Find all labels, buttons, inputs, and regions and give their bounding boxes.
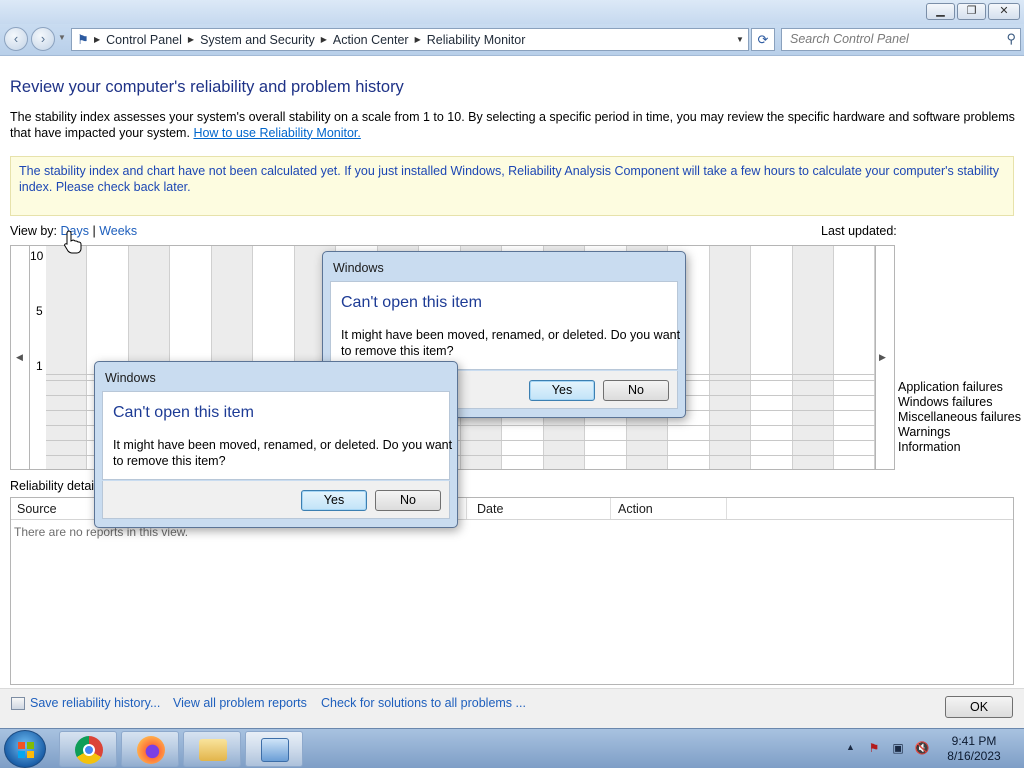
hand-cursor-icon [64, 230, 82, 254]
ok-button[interactable]: OK [945, 696, 1013, 718]
legend-warnings: Warnings [898, 425, 951, 439]
network-icon[interactable]: ▣ [890, 741, 906, 757]
stability-notice: The stability index and chart have not b… [10, 156, 1014, 216]
back-button[interactable]: ‹ [4, 27, 28, 51]
last-updated-label: Last updated: [821, 224, 897, 238]
column-date[interactable]: Date [477, 502, 503, 516]
breadcrumb-reliability-monitor[interactable]: Reliability Monitor [421, 33, 532, 47]
dialog-title: Windows [105, 371, 156, 385]
reliability-details-label: Reliability details [10, 479, 104, 493]
chart-column[interactable] [751, 246, 793, 469]
search-input[interactable]: Search Control Panel ⚲ [781, 28, 1021, 51]
column-separator[interactable] [726, 498, 727, 519]
recent-pages-dropdown[interactable]: ▼ [58, 33, 66, 42]
breadcrumb-system-and-security[interactable]: System and Security [194, 33, 321, 47]
save-history-link[interactable]: Save reliability history... [30, 696, 160, 710]
view-all-reports-link[interactable]: View all problem reports [173, 696, 307, 710]
forward-button[interactable]: › [31, 27, 55, 51]
y-tick-label: 5 [36, 304, 43, 318]
column-separator[interactable] [466, 498, 467, 519]
dialog-body: Can't open this item It might have been … [330, 281, 681, 370]
column-action[interactable]: Action [618, 502, 653, 516]
folder-icon [199, 739, 227, 761]
taskbar-explorer[interactable] [183, 731, 241, 767]
intro-paragraph: The stability index assesses your system… [10, 110, 1015, 140]
breadcrumb-control-panel[interactable]: Control Panel [100, 33, 188, 47]
action-center-flag-icon: ⚑ [77, 31, 89, 47]
navigation-bar: ‹ › ▼ ⚑ ▶ Control Panel ▶ System and Sec… [0, 24, 1024, 56]
scroll-right-icon[interactable]: ▶ [879, 352, 886, 363]
dialog-heading: Can't open this item [113, 404, 254, 421]
breadcrumb-action-center[interactable]: Action Center [327, 33, 415, 47]
chart-legend: Application failures Windows failures Mi… [898, 380, 1021, 455]
action-center-flag-icon[interactable]: ⚑ [866, 741, 882, 757]
no-button[interactable]: No [375, 490, 441, 511]
legend-information: Information [898, 440, 961, 454]
y-tick-label: 1 [36, 359, 43, 373]
clock-time: 9:41 PM [951, 734, 997, 748]
view-by-label: View by: [10, 224, 58, 238]
chart-left-border [29, 246, 30, 469]
scroll-left-icon[interactable]: ◀ [16, 352, 23, 363]
yes-button[interactable]: Yes [301, 490, 367, 511]
intro-text: The stability index assesses your system… [10, 110, 1015, 141]
page-title: Review your computer's reliability and p… [10, 78, 404, 96]
dialog-message: It might have been moved, renamed, or de… [113, 438, 453, 468]
windows-logo-icon [18, 742, 34, 758]
dialog-buttons: Yes No [102, 481, 450, 519]
column-separator[interactable] [610, 498, 611, 519]
dialog-body: Can't open this item It might have been … [102, 391, 453, 480]
y-tick-label: 10 [30, 249, 44, 263]
view-separator: | [92, 224, 96, 238]
how-to-use-link[interactable]: How to use Reliability Monitor. [193, 126, 360, 140]
firefox-icon [137, 736, 165, 764]
taskbar-chrome[interactable] [59, 731, 117, 767]
dialog-heading: Can't open this item [341, 294, 482, 311]
search-icon[interactable]: ⚲ [1006, 31, 1016, 47]
search-placeholder: Search Control Panel [790, 32, 909, 46]
control-panel-icon [261, 738, 289, 762]
legend-application-failures: Application failures [898, 380, 1003, 394]
taskbar-control-panel[interactable] [245, 731, 303, 767]
chart-column[interactable] [793, 246, 834, 469]
dialog-title: Windows [333, 261, 384, 275]
taskbar-firefox[interactable] [121, 731, 179, 767]
taskbar-clock[interactable]: 9:41 PM 8/16/2023 [934, 734, 1014, 764]
address-bar[interactable]: ⚑ ▶ Control Panel ▶ System and Security … [71, 28, 749, 51]
chart-column[interactable] [710, 246, 751, 469]
yes-button[interactable]: Yes [529, 380, 595, 401]
view-weeks-link[interactable]: Weeks [99, 224, 137, 238]
legend-windows-failures: Windows failures [898, 395, 993, 409]
taskbar: ▲ ⚑ ▣ 🔇 [0, 728, 1024, 768]
start-button[interactable] [4, 730, 46, 768]
check-solutions-link[interactable]: Check for solutions to all problems ... [321, 696, 526, 710]
dialog-message: It might have been moved, renamed, or de… [341, 328, 681, 358]
chrome-icon [75, 736, 103, 764]
chart-column[interactable] [834, 246, 875, 469]
minimize-button[interactable]: ▁ [926, 3, 955, 20]
clock-date: 8/16/2023 [947, 749, 1001, 763]
footer-bar: Save reliability history... View all pro… [0, 688, 1024, 728]
address-dropdown-icon[interactable]: ▼ [732, 35, 748, 44]
show-hidden-icons-icon[interactable]: ▲ [846, 742, 855, 752]
save-icon [11, 697, 25, 710]
cant-open-dialog-front[interactable]: Windows Can't open this item It might ha… [94, 361, 458, 528]
chart-right-border [875, 246, 876, 469]
volume-muted-icon[interactable]: 🔇 [914, 741, 930, 757]
close-button[interactable]: ✕ [988, 3, 1020, 20]
maximize-button[interactable]: ❐ [957, 3, 986, 20]
column-source[interactable]: Source [17, 502, 57, 516]
refresh-button[interactable]: ⟳ [751, 28, 775, 51]
chart-column[interactable] [46, 246, 87, 469]
no-button[interactable]: No [603, 380, 669, 401]
legend-miscellaneous-failures: Miscellaneous failures [898, 410, 1021, 424]
title-bar: ▁ ❐ ✕ [0, 0, 1024, 24]
